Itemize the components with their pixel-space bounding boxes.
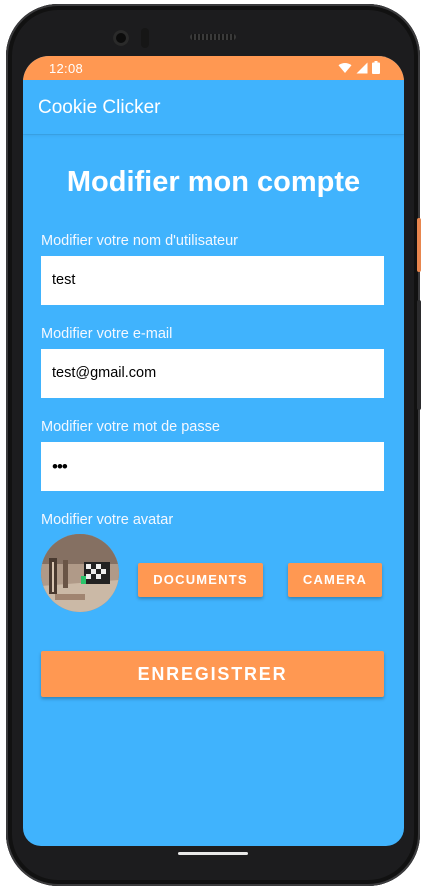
- battery-icon: [372, 61, 380, 74]
- email-input[interactable]: test@gmail.com: [41, 349, 384, 398]
- email-label: Modifier votre e-mail: [41, 326, 173, 342]
- status-time: 12:08: [49, 61, 84, 76]
- wifi-icon: [338, 62, 352, 73]
- signal-icon: [356, 62, 368, 73]
- status-bar: 12:08: [23, 56, 404, 80]
- status-icons: [338, 61, 380, 74]
- avatar-image: [41, 534, 119, 612]
- volume-button: [417, 300, 421, 410]
- camera-button[interactable]: CAMERA: [288, 563, 382, 597]
- username-label: Modifier votre nom d'utilisateur: [41, 233, 238, 249]
- password-input[interactable]: •••: [41, 442, 384, 491]
- app-bar: Cookie Clicker: [23, 80, 404, 134]
- password-label: Modifier votre mot de passe: [41, 419, 220, 435]
- home-indicator[interactable]: [178, 852, 248, 855]
- power-button: [417, 218, 421, 272]
- documents-button[interactable]: DOCUMENTS: [138, 563, 263, 597]
- front-camera: [113, 30, 129, 46]
- avatar-label: Modifier votre avatar: [41, 512, 174, 528]
- avatar-photo: [41, 534, 119, 612]
- app-screen: 12:08 Cookie Clicker Modifier mon compte…: [23, 56, 404, 846]
- page-title: Modifier mon compte: [66, 166, 361, 198]
- save-button[interactable]: ENREGISTRER: [41, 651, 384, 697]
- earpiece-speaker: [190, 34, 236, 40]
- app-title: Cookie Clicker: [38, 97, 161, 118]
- proximity-sensor: [141, 28, 149, 48]
- username-input[interactable]: test: [41, 256, 384, 305]
